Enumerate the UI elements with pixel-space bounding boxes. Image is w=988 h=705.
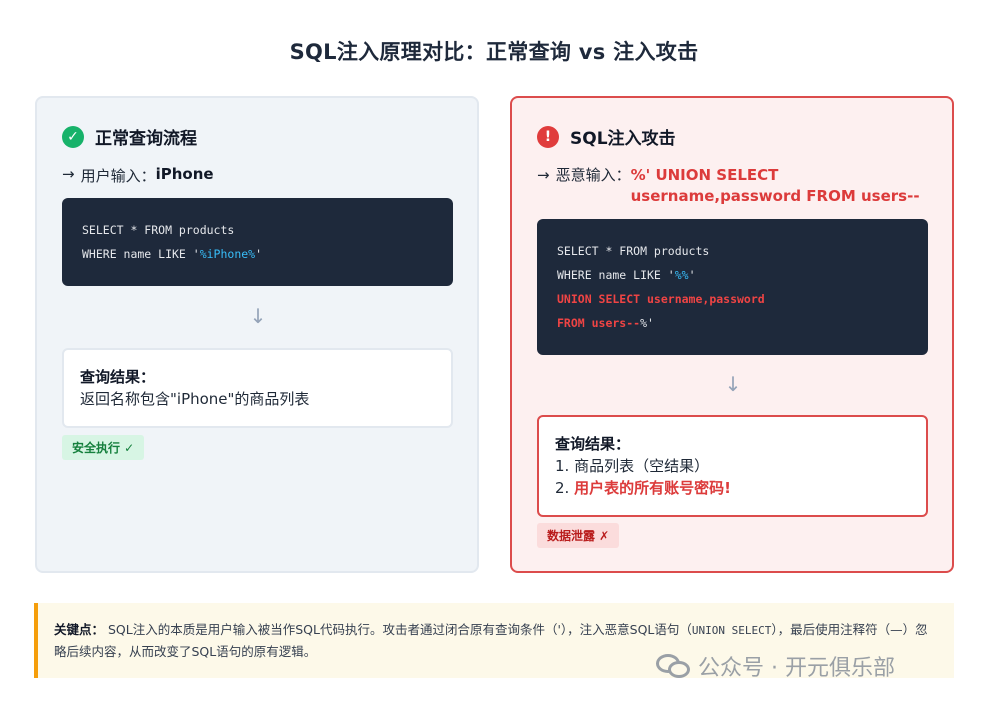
watermark-text: 公众号 · 开元俱乐部	[698, 656, 895, 681]
normal-input-line: → 用户输入： iPhone	[62, 165, 214, 186]
right-arrow-icon: →	[537, 166, 550, 184]
code-line: WHERE name LIKE '%iPhone%'	[82, 247, 263, 261]
attack-panel-header: ! SQL注入攻击	[537, 124, 676, 149]
note-code: UNION SELECT	[691, 624, 772, 637]
attack-input-value: %' UNION SELECT username,password FROM u…	[630, 166, 920, 205]
normal-panel-header: ✓ 正常查询流程	[62, 124, 197, 149]
result-item: 2. 用户表的所有账号密码!	[555, 479, 731, 497]
watermark: 公众号 · 开元俱乐部	[656, 650, 895, 682]
result-title: 查询结果：	[555, 435, 631, 453]
code-line-injected: FROM users--%'	[557, 316, 654, 330]
injection-attack-panel: ! SQL注入攻击 → 恶意输入： %' UNION SELECT userna…	[510, 96, 954, 573]
note-text: SQL注入的本质是用户输入被当作SQL代码执行。攻击者通过闭合原有查询条件（'）…	[108, 622, 692, 637]
note-label: 关键点：	[54, 622, 105, 637]
down-arrow-icon: ↓	[249, 304, 267, 328]
result-leak-text: 用户表的所有账号密码!	[574, 479, 731, 497]
normal-query-panel: ✓ 正常查询流程 → 用户输入： iPhone SELECT * FROM pr…	[35, 96, 479, 573]
code-highlight: %%	[674, 268, 689, 282]
code-line: WHERE name LIKE '%%'	[557, 268, 696, 282]
normal-input-value: iPhone	[155, 165, 214, 183]
attack-input-label: 恶意输入：	[555, 166, 631, 184]
result-title: 查询结果：	[80, 368, 156, 386]
down-arrow-icon: ↓	[724, 372, 742, 396]
attack-sql-code: SELECT * FROM products WHERE name LIKE '…	[537, 219, 928, 355]
normal-result-box: 查询结果： 返回名称包含"iPhone"的商品列表	[62, 348, 453, 428]
normal-input-label: 用户输入：	[80, 167, 156, 185]
attack-panel-heading: SQL注入攻击	[570, 129, 676, 149]
check-icon: ✓	[62, 125, 84, 148]
code-line: SELECT * FROM products	[557, 244, 710, 258]
normal-sql-code: SELECT * FROM products WHERE name LIKE '…	[62, 198, 453, 286]
diagram-title: SQL注入原理对比：正常查询 vs 注入攻击	[289, 40, 699, 64]
wechat-icon	[656, 652, 692, 680]
attack-input-line: → 恶意输入： %' UNION SELECT username,passwor…	[537, 165, 931, 207]
leak-badge: 数据泄露 ✗	[537, 523, 620, 548]
attack-result-box: 查询结果： 1. 商品列表（空结果） 2. 用户表的所有账号密码!	[537, 415, 928, 517]
result-item: 1. 商品列表（空结果）	[555, 457, 710, 475]
safe-badge: 安全执行 ✓	[62, 435, 145, 460]
code-line: SELECT * FROM products	[82, 223, 235, 237]
result-text: 返回名称包含"iPhone"的商品列表	[80, 390, 310, 408]
code-line-injected: UNION SELECT username,password	[557, 292, 765, 306]
code-highlight: %iPhone%	[199, 247, 256, 261]
alert-icon: !	[537, 125, 559, 148]
right-arrow-icon: →	[62, 165, 75, 183]
normal-panel-heading: 正常查询流程	[95, 129, 197, 149]
